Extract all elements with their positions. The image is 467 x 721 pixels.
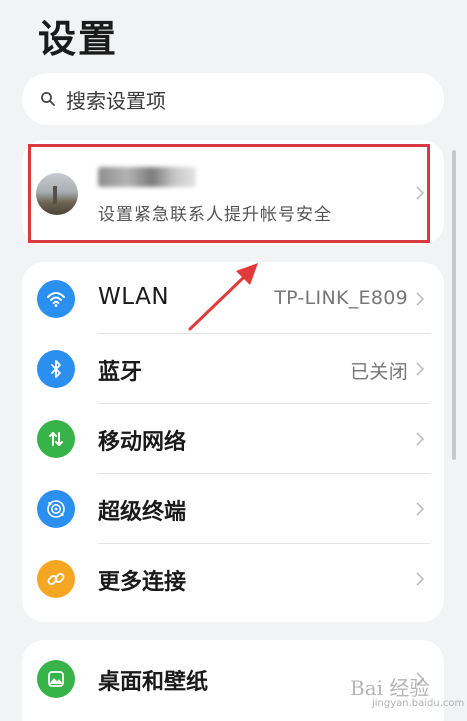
chevron-right-icon [416,292,425,306]
list-item-more-connections[interactable]: 更多连接 [22,544,444,614]
wallpaper-icon [37,660,75,698]
wifi-icon [37,280,75,318]
row-label: 更多连接 [98,570,187,595]
search-input[interactable]: 搜索设置项 [22,73,444,125]
page-title: 设置 [38,17,119,61]
list-item-wlan[interactable]: WLAN TP-LINK_E809 [22,264,444,334]
list-item-bluetooth[interactable]: 蓝牙 已关闭 [22,334,444,404]
chevron-right-icon [416,502,425,516]
settings-screen: 设置 搜索设置项 设置紧急联系人提升帐号安全 WLAN TP-LINK_E809… [0,0,467,721]
search-icon [41,92,55,106]
account-name-obscured [98,167,196,187]
chevron-right-icon [416,362,425,376]
search-placeholder: 搜索设置项 [66,88,166,113]
row-label: 超级终端 [98,500,187,525]
account-subtitle: 设置紧急联系人提升帐号安全 [98,205,332,225]
row-label: 桌面和壁纸 [98,670,209,695]
list-item-mobile-network[interactable]: 移动网络 [22,404,444,474]
bluetooth-icon [37,350,75,388]
watermark: Bai 经验 [350,676,430,700]
watermark-sub: jingyan.baidu.com [372,698,465,709]
row-label: 移动网络 [98,430,187,455]
avatar [36,173,78,215]
account-card[interactable]: 设置紧急联系人提升帐号安全 [22,140,444,245]
mobile-data-icon [37,420,75,458]
row-label: 蓝牙 [98,360,143,385]
super-device-icon [37,490,75,528]
list-item-super-device[interactable]: 超级终端 [22,474,444,544]
chevron-right-icon [416,432,425,446]
chevron-right-icon [416,186,425,200]
link-icon [37,560,75,598]
chevron-right-icon [416,572,425,586]
scrollbar[interactable] [452,150,456,460]
row-value: TP-LINK_E809 [274,287,408,309]
row-value: 已关闭 [350,361,408,383]
row-label: WLAN [98,284,170,310]
connectivity-group: WLAN TP-LINK_E809 蓝牙 已关闭 移动网络 超级终端 更多连接 [22,262,444,622]
